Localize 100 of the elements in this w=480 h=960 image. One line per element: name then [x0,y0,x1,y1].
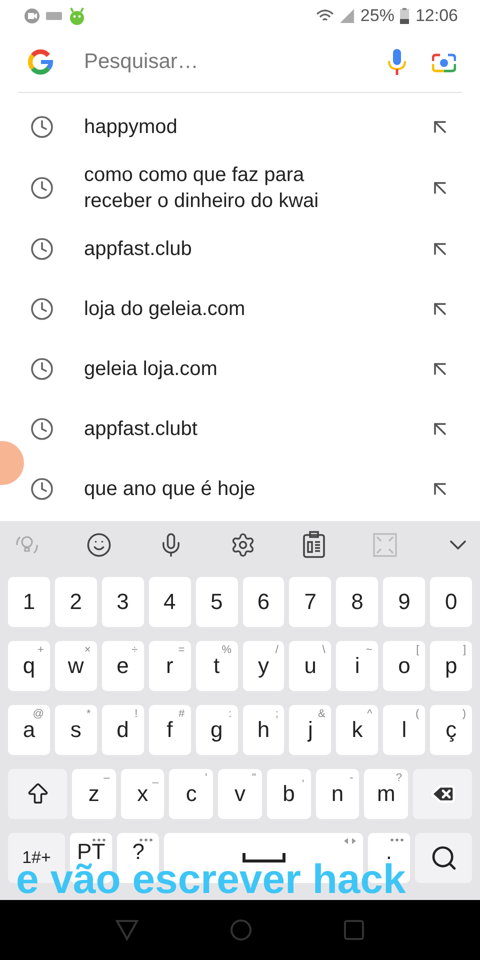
android-icon [68,7,86,25]
keyboard-key[interactable]: y / [242,641,284,691]
history-icon [30,297,54,321]
key-hint: # [178,708,185,720]
keyboard-key[interactable]: a @ [8,705,50,755]
suggestion-item[interactable]: como como que faz para receber o dinheiro do kwai [0,157,480,219]
keyboard-key[interactable]: r = [148,641,191,691]
suggestion-text: appfast.clubt [84,417,198,442]
keyboard-key[interactable]: v " [218,769,262,819]
keyboard-key[interactable]: x _ [120,769,164,819]
key-hint: ) [462,708,466,720]
keyboard-key[interactable]: b , [266,769,311,819]
suggestion-text: appfast.club [84,237,192,262]
record-icon [24,8,40,24]
signal-icon [340,9,354,23]
keyboard-key[interactable]: 4 [148,577,191,627]
key-hint: : [228,708,232,720]
keyboard-key[interactable]: 8 [336,577,378,627]
resize-icon[interactable] [372,532,398,558]
history-icon [30,357,54,381]
keyboard-key[interactable]: 1 [8,577,50,627]
back-icon[interactable] [115,919,140,941]
google-logo-icon [26,47,56,77]
suggestion-text: como como que faz para receber o dinheiro do kwai [84,163,320,214]
key-hint: ] [463,644,466,656]
key-hint: × [84,644,91,656]
keyboard-key[interactable]: s * [54,705,97,755]
key-hint: , [302,772,305,784]
key-hint: + [37,644,44,656]
keyboard-key[interactable]: c ' [169,769,214,819]
key-hint: = [178,644,185,656]
backspace-key[interactable] [413,769,472,819]
suggestion-text: que ano que é hoje [84,477,256,502]
suggestion-item[interactable]: que ano que é hoje [0,459,480,519]
suggestion-item[interactable]: appfast.club [0,219,480,279]
keyboard-key[interactable]: l ( [383,705,426,755]
keyboard-key[interactable]: p ] [430,641,472,691]
suggestion-item[interactable]: loja do geleia.com [0,279,480,339]
keyboard-key[interactable]: w × [54,641,97,691]
search-key[interactable] [415,833,472,883]
key-hint: ? [396,772,402,784]
key-hint: / [275,644,278,656]
shift-key[interactable] [8,769,68,819]
microphone-icon[interactable] [388,49,406,75]
history-icon [30,417,54,441]
keyboard-key[interactable]: t % [196,641,238,691]
key-hint: " [252,772,256,784]
battery-icon [400,8,410,24]
key-hint: – [104,772,110,784]
keyboard-key[interactable]: q + [8,641,50,691]
key-hint: % [222,644,232,656]
keyboard-key[interactable]: 7 [289,577,332,627]
keyboard-key[interactable]: n - [316,769,360,819]
keyboard-key[interactable]: z – [72,769,116,819]
key-hint: _ [152,772,158,784]
key-hint: ' [205,772,208,784]
search-field[interactable]: Pesquisar… [82,49,362,75]
keyboard-key[interactable]: o [ [383,641,426,691]
key-hint: \ [322,644,326,656]
suggestion-item[interactable]: appfast.clubt [0,399,480,459]
clipboard-icon[interactable] [302,531,326,559]
keyboard-key[interactable]: 5 [196,577,238,627]
keyboard-key[interactable]: 3 [102,577,144,627]
clock-time: 12:06 [415,6,458,26]
keyboard-key[interactable]: d ! [102,705,144,755]
key-hint: ( [415,708,420,720]
wifi-icon [316,9,334,23]
search-icon [430,844,458,872]
key-hint: * [86,708,91,720]
keyboard-key[interactable]: g : [196,705,238,755]
key-hint: & [318,708,326,720]
battery-percent: 25% [360,6,394,26]
suggestion-text: geleia loja.com [84,357,218,382]
keyboard-key[interactable]: 9 [383,577,426,627]
keyboard-key[interactable]: f # [148,705,191,755]
suggestion-text: loja do geleia.com [84,297,246,322]
key-hint: ~ [366,644,372,656]
history-icon [30,176,54,200]
keyboard-key[interactable]: i ~ [336,641,378,691]
keyboard-key[interactable]: e ÷ [102,641,144,691]
keyboard-key[interactable]: 2 [54,577,97,627]
key-hint: ; [275,708,278,720]
history-icon [30,115,54,139]
camera-icon[interactable] [432,51,456,73]
keyboard-key[interactable]: m ? [364,769,408,819]
keyboard-key[interactable]: j & [289,705,332,755]
recents-icon[interactable] [342,919,365,941]
suggestion-item[interactable]: geleia loja.com [0,339,480,399]
cursor-arrows-icon [344,838,356,844]
home-icon[interactable] [230,919,252,941]
keyboard-key[interactable]: 0 [430,577,472,627]
keyboard-key[interactable]: u \ [289,641,332,691]
keyboard-key[interactable]: k ^ [336,705,378,755]
keyboard-key[interactable]: ç ) [430,705,472,755]
suggestion-text: happymod [84,115,178,140]
key-hint: @ [32,708,44,720]
keyboard-key[interactable]: 6 [242,577,284,627]
keyboard-key[interactable]: h ; [242,705,284,755]
key-hint: ^ [367,708,372,720]
suggestion-item[interactable]: happymod [0,97,480,157]
